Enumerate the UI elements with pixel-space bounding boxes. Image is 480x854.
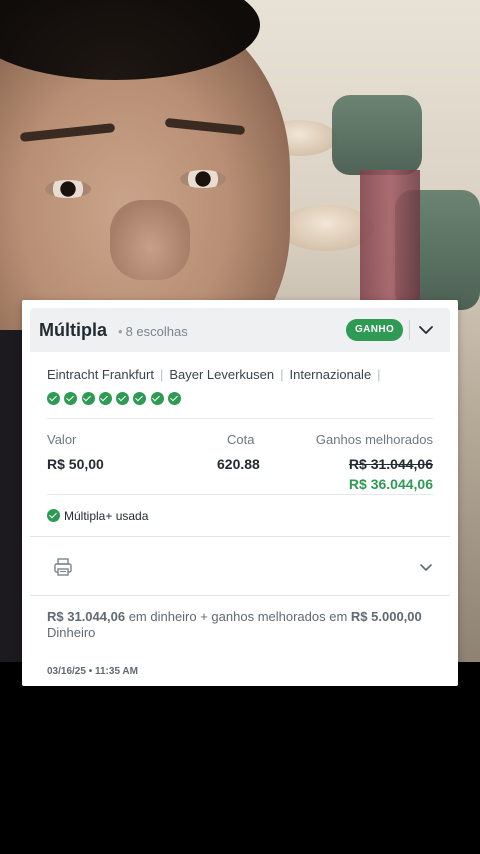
bet-type-title: Múltipla: [39, 320, 107, 340]
selections-count: • 8 escolhas: [118, 324, 188, 339]
divider: [47, 418, 433, 419]
cafe-chair: [332, 95, 422, 175]
boosted-winnings: R$ 36.044,06: [348, 476, 433, 492]
nose: [110, 200, 190, 280]
chevron-down-icon[interactable]: [416, 320, 436, 340]
odds-label: Cota: [227, 432, 255, 447]
check-icon: [64, 392, 78, 405]
selection-results: [47, 392, 182, 405]
divider: [30, 595, 450, 596]
team-name: Bayer Leverkusen: [169, 367, 275, 382]
check-icon: [133, 392, 147, 405]
winnings-label: Ganhos melhorados: [315, 432, 433, 447]
header-divider: [409, 320, 410, 340]
printer-icon[interactable]: [52, 556, 74, 578]
bonus-amount: R$ 5.000,00: [350, 609, 422, 624]
bet-timestamp: 03/16/25 • 11:35 AM: [47, 666, 138, 677]
bottom-black-area: [0, 662, 480, 854]
payout-summary: R$ 31.044,06 em dinheiro + ganhos melhor…: [47, 609, 427, 641]
check-icon: [116, 392, 130, 405]
team-separator: |: [280, 367, 284, 382]
check-icon: [81, 392, 95, 405]
check-icon: [47, 509, 60, 522]
original-winnings: R$ 31.044,06: [348, 456, 433, 472]
separator-dot: •: [118, 324, 123, 339]
cash-amount: R$ 31.044,06: [47, 609, 126, 624]
boost-used-label: Múltipla+ usada: [64, 509, 149, 523]
status-badge: GANHO: [346, 319, 404, 341]
bet-slip-card[interactable]: Múltipla • 8 escolhas GANHO Eintracht Fra…: [22, 300, 458, 686]
divider: [47, 494, 433, 495]
team-separator: |: [377, 367, 381, 382]
odds-value: 620.88: [217, 456, 260, 472]
stake-value: R$ 50,00: [47, 456, 104, 472]
team-separator: |: [159, 367, 164, 382]
check-icon: [168, 392, 182, 405]
check-icon: [150, 392, 164, 405]
payout-text: em dinheiro + ganhos melhorados em: [125, 609, 351, 624]
divider: [30, 536, 450, 537]
payout-text: Dinheiro: [47, 625, 96, 640]
team-name: Internazionale: [289, 367, 372, 382]
teams-list: Eintracht Frankfurt | Bayer Leverkusen | Int…: [47, 367, 387, 382]
eye: [180, 170, 226, 188]
check-icon: [47, 392, 60, 405]
check-icon: [98, 392, 112, 405]
selections-label: 8 escolhas: [125, 324, 188, 339]
stake-label: Valor: [47, 432, 77, 447]
team-name: Eintracht Frankfurt: [47, 367, 154, 382]
chevron-down-icon[interactable]: [416, 557, 436, 577]
chair-cushion: [360, 170, 420, 300]
eye: [45, 180, 91, 198]
